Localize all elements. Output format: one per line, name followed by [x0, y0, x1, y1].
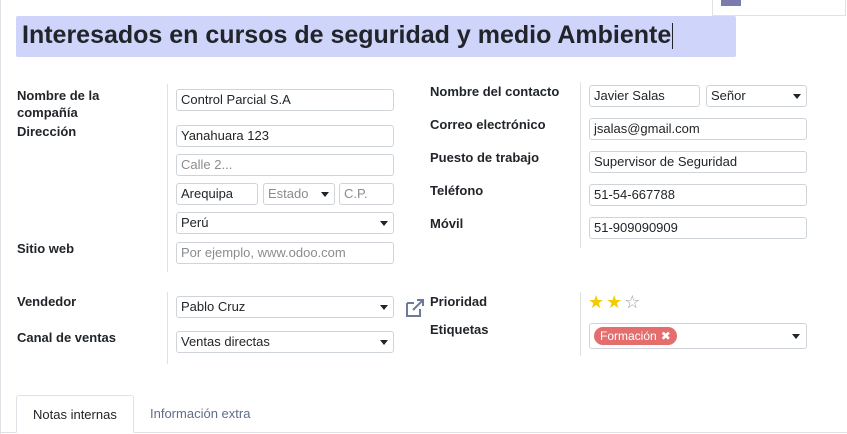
- chevron-down-icon: [792, 334, 800, 339]
- company-name-input[interactable]: Control Parcial S.A: [176, 89, 394, 111]
- text-caret: [672, 23, 674, 50]
- state-placeholder: Estado: [268, 186, 309, 201]
- tab-internal-notes[interactable]: Notas internas: [16, 395, 134, 433]
- close-icon[interactable]: ✖: [661, 329, 671, 343]
- chevron-down-icon: [380, 340, 388, 345]
- country-select[interactable]: Perú: [176, 212, 394, 234]
- column-separator: [167, 292, 168, 364]
- chevron-down-icon: [793, 94, 801, 99]
- label-contact-name: Nombre del contacto: [430, 84, 560, 99]
- tag-badge: Formación ✖: [594, 327, 677, 345]
- phone-input[interactable]: 51-54-667788: [589, 184, 807, 206]
- contact-name-input[interactable]: Javier Salas: [589, 85, 700, 107]
- label-tags: Etiquetas: [430, 322, 489, 337]
- chevron-down-icon: [321, 192, 329, 197]
- external-link-icon[interactable]: [404, 298, 426, 318]
- label-priority: Prioridad: [430, 294, 488, 309]
- label-mobile: Móvil: [430, 216, 464, 231]
- column-separator: [167, 84, 168, 272]
- star-icon[interactable]: ★: [606, 292, 624, 313]
- brand-mark: [721, 0, 741, 6]
- chevron-down-icon: [380, 305, 388, 310]
- street2-input[interactable]: Calle 2...: [176, 154, 394, 176]
- label-address: Dirección: [17, 124, 77, 139]
- country-value: Perú: [181, 215, 209, 230]
- tab-extra-info[interactable]: Información extra: [134, 395, 266, 433]
- label-company-name: Nombre de la compañía: [17, 88, 100, 120]
- sales-channel-select[interactable]: Ventas directas: [176, 331, 394, 353]
- city-input[interactable]: Arequipa: [176, 183, 258, 205]
- mobile-input[interactable]: 51-909090909: [589, 217, 807, 239]
- salesperson-select[interactable]: Pablo Cruz: [176, 296, 394, 318]
- chevron-down-icon: [380, 221, 388, 226]
- star-icon[interactable]: ★: [588, 292, 606, 313]
- street-input[interactable]: Yanahuara 123: [176, 125, 394, 147]
- column-separator: [580, 292, 581, 356]
- star-icon[interactable]: ☆: [624, 292, 642, 313]
- priority-widget[interactable]: ★★☆: [588, 292, 642, 313]
- label-sales-channel: Canal de ventas: [17, 330, 116, 345]
- email-input[interactable]: jsalas@gmail.com: [589, 118, 807, 140]
- website-input[interactable]: Por ejemplo, www.odoo.com: [176, 242, 394, 264]
- label-email: Correo electrónico: [430, 117, 546, 132]
- job-position-input[interactable]: Supervisor de Seguridad: [589, 151, 807, 173]
- contact-title-select[interactable]: Señor: [706, 85, 807, 107]
- salesperson-value: Pablo Cruz: [181, 299, 246, 314]
- form-left-border: [0, 0, 1, 434]
- title-text: Interesados en cursos de seguridad y med…: [22, 21, 674, 50]
- contact-title-value: Señor: [711, 88, 746, 103]
- label-salesperson: Vendedor: [17, 294, 77, 309]
- zip-input[interactable]: C.P.: [339, 183, 394, 205]
- state-select[interactable]: Estado: [263, 183, 335, 205]
- label-phone: Teléfono: [430, 183, 484, 198]
- sales-channel-value: Ventas directas: [181, 334, 270, 349]
- tags-input[interactable]: Formación ✖: [589, 323, 807, 349]
- column-separator: [580, 82, 581, 248]
- title-field[interactable]: Interesados en cursos de seguridad y med…: [16, 16, 736, 57]
- label-job-position: Puesto de trabajo: [430, 150, 540, 165]
- tag-label: Formación: [600, 329, 657, 343]
- label-website: Sitio web: [17, 241, 75, 256]
- top-widget: [712, 0, 846, 16]
